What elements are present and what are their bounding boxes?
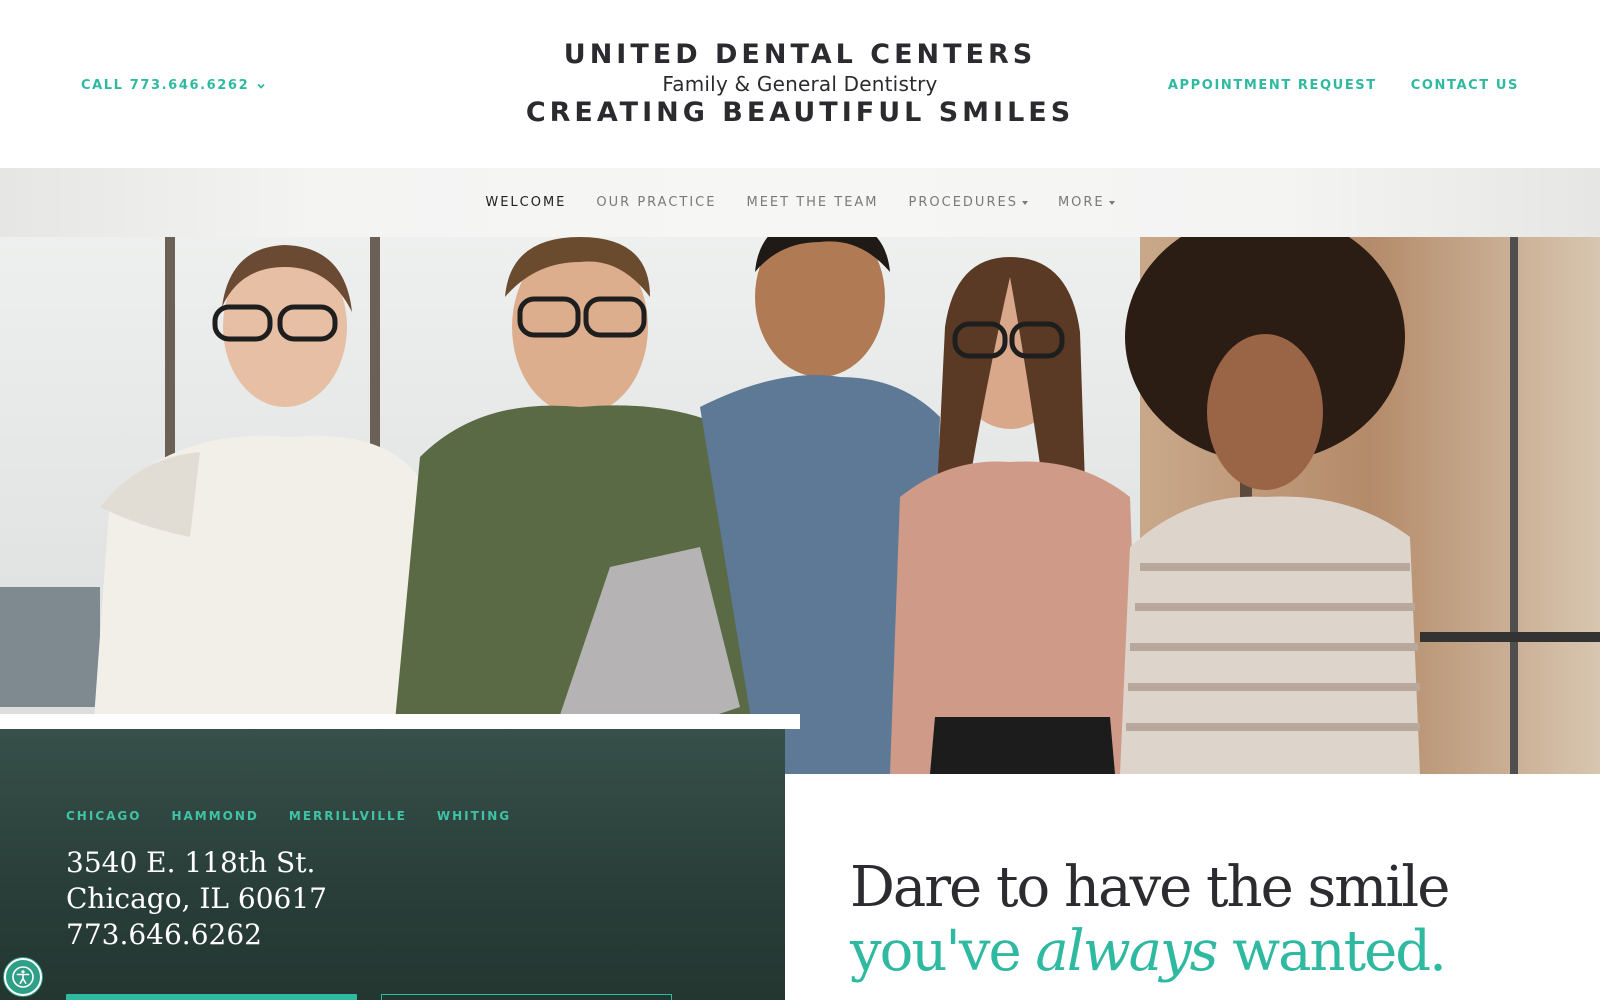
site-header: CALL 773.646.6262 UNITED DENTAL CENTERS … xyxy=(0,0,1600,168)
location-card: CHICAGO HAMMOND MERRILLVILLE WHITING 354… xyxy=(0,729,785,1000)
call-phone-link[interactable]: CALL 773.646.6262 xyxy=(81,78,266,93)
site-logo[interactable]: UNITED DENTAL CENTERS Family & General D… xyxy=(500,38,1100,130)
chevron-down-icon xyxy=(257,83,265,89)
tagline-line2: you've always wanted. xyxy=(850,920,1448,984)
tab-hammond[interactable]: HAMMOND xyxy=(171,809,258,823)
location-address: 3540 E. 118th St. Chicago, IL 60617 773.… xyxy=(66,845,327,953)
brand-slogan: CREATING BEAUTIFUL SMILES xyxy=(525,97,1075,128)
address-phone[interactable]: 773.646.6262 xyxy=(66,917,327,953)
call-label: CALL 773.646.6262 xyxy=(81,78,250,93)
hero-tagline: Dare to have the smile you've always wan… xyxy=(850,855,1450,984)
accessibility-button[interactable] xyxy=(4,958,42,996)
nav-label: OUR PRACTICE xyxy=(596,195,717,210)
secondary-location-button[interactable] xyxy=(381,994,672,1000)
tab-merrillville[interactable]: MERRILLVILLE xyxy=(289,809,407,823)
address-street: 3540 E. 118th St. xyxy=(66,846,316,879)
hero-team-photo xyxy=(0,237,1600,774)
nav-item-meet-the-team[interactable]: MEET THE TEAM xyxy=(746,195,878,210)
nav-item-procedures[interactable]: PROCEDURES xyxy=(909,195,1028,210)
caret-down-icon xyxy=(1108,200,1115,205)
tab-whiting[interactable]: WHITING xyxy=(437,809,511,823)
brand-name: UNITED DENTAL CENTERS xyxy=(563,39,1037,70)
tagline-emphasis: always xyxy=(1035,919,1218,984)
nav-item-welcome[interactable]: WELCOME xyxy=(485,195,566,210)
nav-label: MEET THE TEAM xyxy=(746,195,879,210)
nav-item-more[interactable]: MORE xyxy=(1058,195,1115,210)
header-links: APPOINTMENT REQUEST CONTACT US xyxy=(1168,78,1519,93)
primary-location-button[interactable] xyxy=(66,994,357,1000)
appointment-request-link[interactable]: APPOINTMENT REQUEST xyxy=(1168,78,1377,93)
tagline-line1: Dare to have the smile xyxy=(850,855,1450,920)
nav-label: MORE xyxy=(1057,195,1105,210)
brand-subtitle: Family & General Dentistry xyxy=(662,72,938,96)
tagline-part-c: wanted. xyxy=(1216,919,1447,984)
address-city: Chicago, IL 60617 xyxy=(66,882,327,915)
main-navigation: WELCOME OUR PRACTICE MEET THE TEAM PROCE… xyxy=(0,168,1600,237)
nav-label: PROCEDURES xyxy=(908,195,1018,210)
nav-label: WELCOME xyxy=(485,195,567,210)
accessibility-icon xyxy=(12,966,34,988)
caret-down-icon xyxy=(1021,200,1028,205)
location-tabs: CHICAGO HAMMOND MERRILLVILLE WHITING xyxy=(66,809,511,823)
tagline-part-a: you've xyxy=(850,919,1036,984)
contact-us-link[interactable]: CONTACT US xyxy=(1411,78,1519,93)
card-top-border xyxy=(0,714,800,729)
tab-chicago[interactable]: CHICAGO xyxy=(66,809,141,823)
nav-item-our-practice[interactable]: OUR PRACTICE xyxy=(596,195,716,210)
